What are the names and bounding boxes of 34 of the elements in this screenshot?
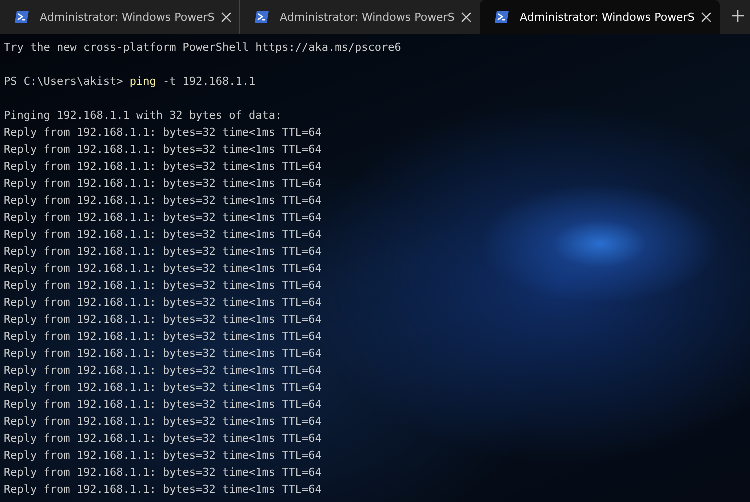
powershell-icon — [254, 9, 270, 25]
output-line: Reply from 192.168.1.1: bytes=32 time<1ms TTL=64 — [4, 346, 323, 362]
output-line: Reply from 192.168.1.1: bytes=32 time<1ms TTL=64 — [4, 176, 323, 192]
output-line: Reply from 192.168.1.1: bytes=32 time<1ms TTL=64 — [4, 261, 323, 277]
output-line: Reply from 192.168.1.1: bytes=32 time<1ms TTL=64 — [4, 159, 323, 175]
command-arguments: -t 192.168.1.1 — [162, 75, 256, 88]
output-line: Reply from 192.168.1.1: bytes=32 time<1ms TTL=64 — [4, 295, 323, 311]
output-line: Reply from 192.168.1.1: bytes=32 time<1ms TTL=64 — [4, 278, 323, 294]
output-line: Reply from 192.168.1.1: bytes=32 time<1ms TTL=64 — [4, 227, 323, 243]
output-line: Reply from 192.168.1.1: bytes=32 time<1ms TTL=64 — [4, 380, 323, 396]
output-line: Reply from 192.168.1.1: bytes=32 time<1ms TTL=64 — [4, 210, 323, 226]
powershell-icon — [14, 9, 30, 25]
output-line: Reply from 192.168.1.1: bytes=32 time<1ms TTL=64 — [4, 312, 323, 328]
tab-title: Administrator: Windows PowerS — [280, 10, 455, 24]
tab-title: Administrator: Windows PowerS — [520, 10, 695, 24]
output-line: Try the new cross-platform PowerShell https://aka.ms/pscore6 — [4, 40, 402, 56]
tab-title: Administrator: Windows PowerS — [40, 10, 215, 24]
terminal-tab[interactable]: Administrator: Windows PowerS — [480, 0, 720, 34]
output-line: Pinging 192.168.1.1 with 32 bytes of data: — [4, 108, 284, 124]
command-text: ping — [130, 75, 156, 88]
output-line: Reply from 192.168.1.1: bytes=32 time<1ms TTL=64 — [4, 397, 323, 413]
output-line: Reply from 192.168.1.1: bytes=32 time<1ms TTL=64 — [4, 142, 323, 158]
output-line: Reply from 192.168.1.1: bytes=32 time<1ms TTL=64 — [4, 414, 323, 430]
output-line: Reply from 192.168.1.1: bytes=32 time<1ms TTL=64 — [4, 329, 323, 345]
powershell-icon — [494, 9, 510, 25]
output-line: Reply from 192.168.1.1: bytes=32 time<1ms TTL=64 — [4, 448, 323, 464]
prompt-text: PS C:\Users\akist> — [4, 75, 124, 88]
output-line: Reply from 192.168.1.1: bytes=32 time<1ms TTL=64 — [4, 482, 323, 498]
output-line: Reply from 192.168.1.1: bytes=32 time<1ms TTL=64 — [4, 244, 323, 260]
output-line: Reply from 192.168.1.1: bytes=32 time<1ms TTL=64 — [4, 363, 323, 379]
output-line: Reply from 192.168.1.1: bytes=32 time<1ms TTL=64 — [4, 125, 323, 141]
output-line: Reply from 192.168.1.1: bytes=32 time<1ms TTL=64 — [4, 193, 323, 209]
output-line: Reply from 192.168.1.1: bytes=32 time<1ms TTL=64 — [4, 431, 323, 447]
output-line: Reply from 192.168.1.1: bytes=32 time<1ms TTL=64 — [4, 465, 323, 481]
